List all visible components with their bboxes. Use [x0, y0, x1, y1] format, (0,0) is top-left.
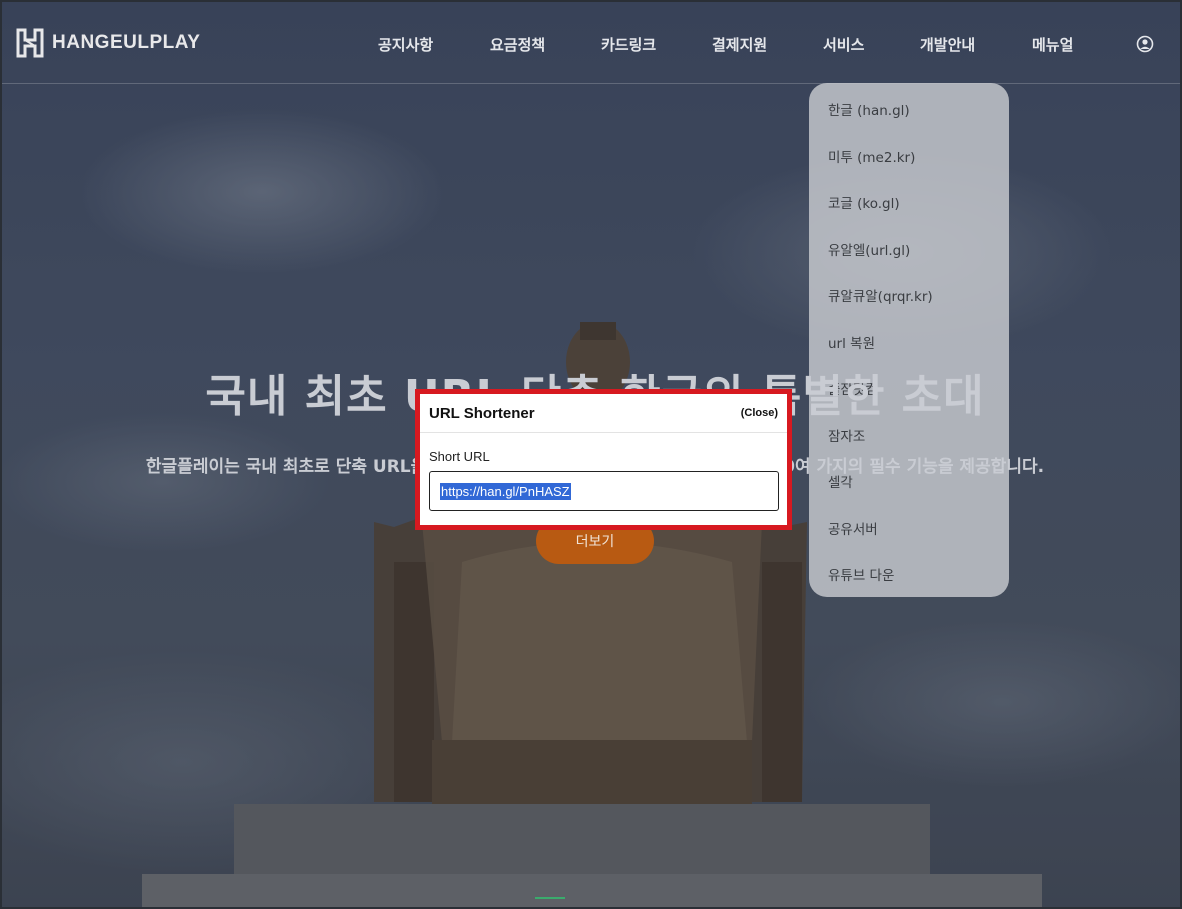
- nav-item-payment[interactable]: 결제지원: [712, 34, 767, 55]
- url-shortener-modal: URL Shortener (Close) Short URL https://…: [415, 389, 792, 530]
- menu-item-url-restore[interactable]: url 복원: [828, 332, 875, 352]
- service-dropdown-menu: 한글 (han.gl) 미투 (me2.kr) 코글 (ko.gl) 유알엘(u…: [809, 83, 1009, 597]
- short-url-label: Short URL: [429, 449, 490, 464]
- nav-item-service[interactable]: 서비스: [823, 34, 864, 55]
- user-circle-icon[interactable]: [1136, 35, 1154, 53]
- menu-item-youtube-download[interactable]: 유튜브 다운: [828, 564, 894, 584]
- brand-name: HANGEULPLAY: [52, 32, 201, 53]
- short-url-input[interactable]: https://han.gl/PnHASZ: [429, 471, 779, 511]
- slide-indicator[interactable]: [535, 897, 565, 899]
- menu-item-jamjajo[interactable]: 잠자조: [828, 425, 865, 445]
- nav-item-notice[interactable]: 공지사항: [378, 34, 433, 55]
- menu-item-url-gl[interactable]: 유알엘(url.gl): [828, 239, 910, 259]
- menu-item-me2-kr[interactable]: 미투 (me2.kr): [828, 146, 915, 166]
- menu-item-share-server[interactable]: 공유서버: [828, 518, 878, 538]
- nav-item-dev[interactable]: 개발안내: [920, 34, 975, 55]
- short-url-value: https://han.gl/PnHASZ: [440, 482, 571, 500]
- menu-item-qrqr-kr[interactable]: 큐알큐알(qrqr.kr): [828, 285, 933, 305]
- brand-logo[interactable]: HANGEULPLAY: [16, 28, 200, 58]
- menu-item-han-gl[interactable]: 한글 (han.gl): [828, 99, 910, 119]
- modal-title: URL Shortener: [429, 405, 535, 422]
- nav-item-manual[interactable]: 메뉴얼: [1032, 34, 1073, 55]
- menu-item-ko-gl[interactable]: 코글 (ko.gl): [828, 192, 900, 212]
- close-button[interactable]: (Close): [741, 407, 778, 419]
- modal-header: URL Shortener (Close): [420, 394, 787, 433]
- hangeulplay-logo-icon: [16, 28, 44, 58]
- nav-item-cardlink[interactable]: 카드링크: [601, 34, 656, 55]
- site-header: HANGEULPLAY 공지사항 요금정책 카드링크 결제지원 서비스 개발안내…: [2, 2, 1180, 84]
- nav-item-pricing[interactable]: 요금정책: [490, 34, 545, 55]
